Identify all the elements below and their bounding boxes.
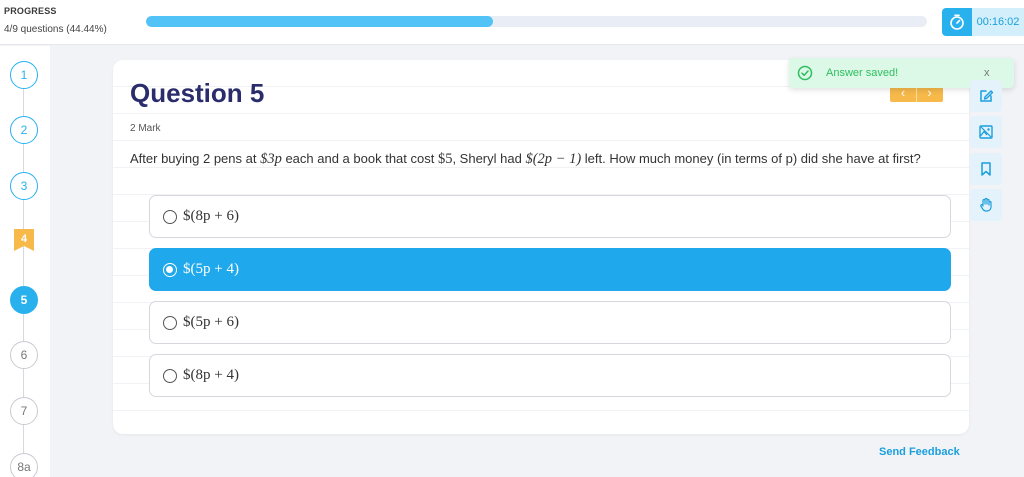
answer-option-label: $(5p + 6) xyxy=(183,314,239,330)
question-nav-7[interactable]: 7 xyxy=(10,397,38,425)
question-navigator: 1 2 3 4 5 6 7 8a xyxy=(0,46,50,477)
top-bar: PROGRESS 4/9 questions (44.44%) 00:16:02 xyxy=(0,0,1024,45)
answer-option-2[interactable]: $(5p + 4) xyxy=(149,248,951,291)
question-mark: 2 Mark xyxy=(130,123,161,134)
question-nav-1[interactable]: 1 xyxy=(10,61,38,89)
question-text-part: After buying 2 pens at xyxy=(130,151,261,166)
image-icon xyxy=(979,125,993,139)
hand-icon xyxy=(980,197,992,212)
question-nav-5[interactable]: 5 xyxy=(10,286,38,314)
question-nav-8a[interactable]: 8a xyxy=(10,453,38,477)
question-text: After buying 2 pens at $3p each and a bo… xyxy=(130,150,960,168)
radio-button[interactable] xyxy=(163,209,177,224)
answer-option-label: $(5p + 4) xyxy=(183,261,239,277)
question-nav-4[interactable]: 4 xyxy=(14,229,34,251)
radio-button-selected[interactable] xyxy=(163,262,177,277)
check-circle-icon xyxy=(797,65,813,81)
bookmark-icon xyxy=(981,162,991,176)
image-tool-button[interactable] xyxy=(970,116,1002,148)
stopwatch-icon xyxy=(950,14,964,30)
question-nav-2[interactable]: 2 xyxy=(10,116,38,144)
question-text-part: each and a book that cost xyxy=(281,151,438,166)
timer-display: 00:16:02 xyxy=(972,8,1024,36)
question-nav-3[interactable]: 3 xyxy=(10,172,38,200)
progress-title: PROGRESS xyxy=(4,6,57,16)
question-text-part: left. How much money (in terms of p) did… xyxy=(581,151,921,166)
bookmark-tool-button[interactable] xyxy=(970,153,1002,185)
progress-bar-fill xyxy=(146,16,494,27)
question-nav-6[interactable]: 6 xyxy=(10,341,38,369)
question-card: Question 5 ‹ › 2 Mark After buying 2 pen… xyxy=(113,60,969,434)
toast-message: Answer saved! xyxy=(826,67,899,79)
edit-tool-button[interactable] xyxy=(970,80,1002,112)
question-title: Question 5 xyxy=(130,78,265,108)
answer-option-label: $(8p + 4) xyxy=(183,367,239,383)
radio-button[interactable] xyxy=(163,315,177,330)
answer-option-1[interactable]: $(8p + 6) xyxy=(149,195,951,238)
question-text-part: , Sheryl had xyxy=(452,151,526,166)
toast-close-button[interactable]: x xyxy=(984,67,990,79)
answer-option-4[interactable]: $(8p + 4) xyxy=(149,354,951,397)
question-math: $(2p − 1) xyxy=(525,151,582,167)
question-math: $5 xyxy=(437,151,453,167)
question-nav-4-label: 4 xyxy=(20,232,28,245)
hand-tool-button[interactable] xyxy=(970,189,1002,221)
answer-option-label: $(8p + 6) xyxy=(183,208,239,224)
timer-button[interactable] xyxy=(942,8,972,36)
radio-button[interactable] xyxy=(163,368,177,383)
progress-bar xyxy=(146,16,927,27)
question-math: $3p xyxy=(260,151,282,167)
edit-icon xyxy=(980,90,994,102)
send-feedback-link[interactable]: Send Feedback xyxy=(879,446,960,458)
progress-count: 4/9 questions (44.44%) xyxy=(4,24,107,35)
answer-option-3[interactable]: $(5p + 6) xyxy=(149,301,951,344)
